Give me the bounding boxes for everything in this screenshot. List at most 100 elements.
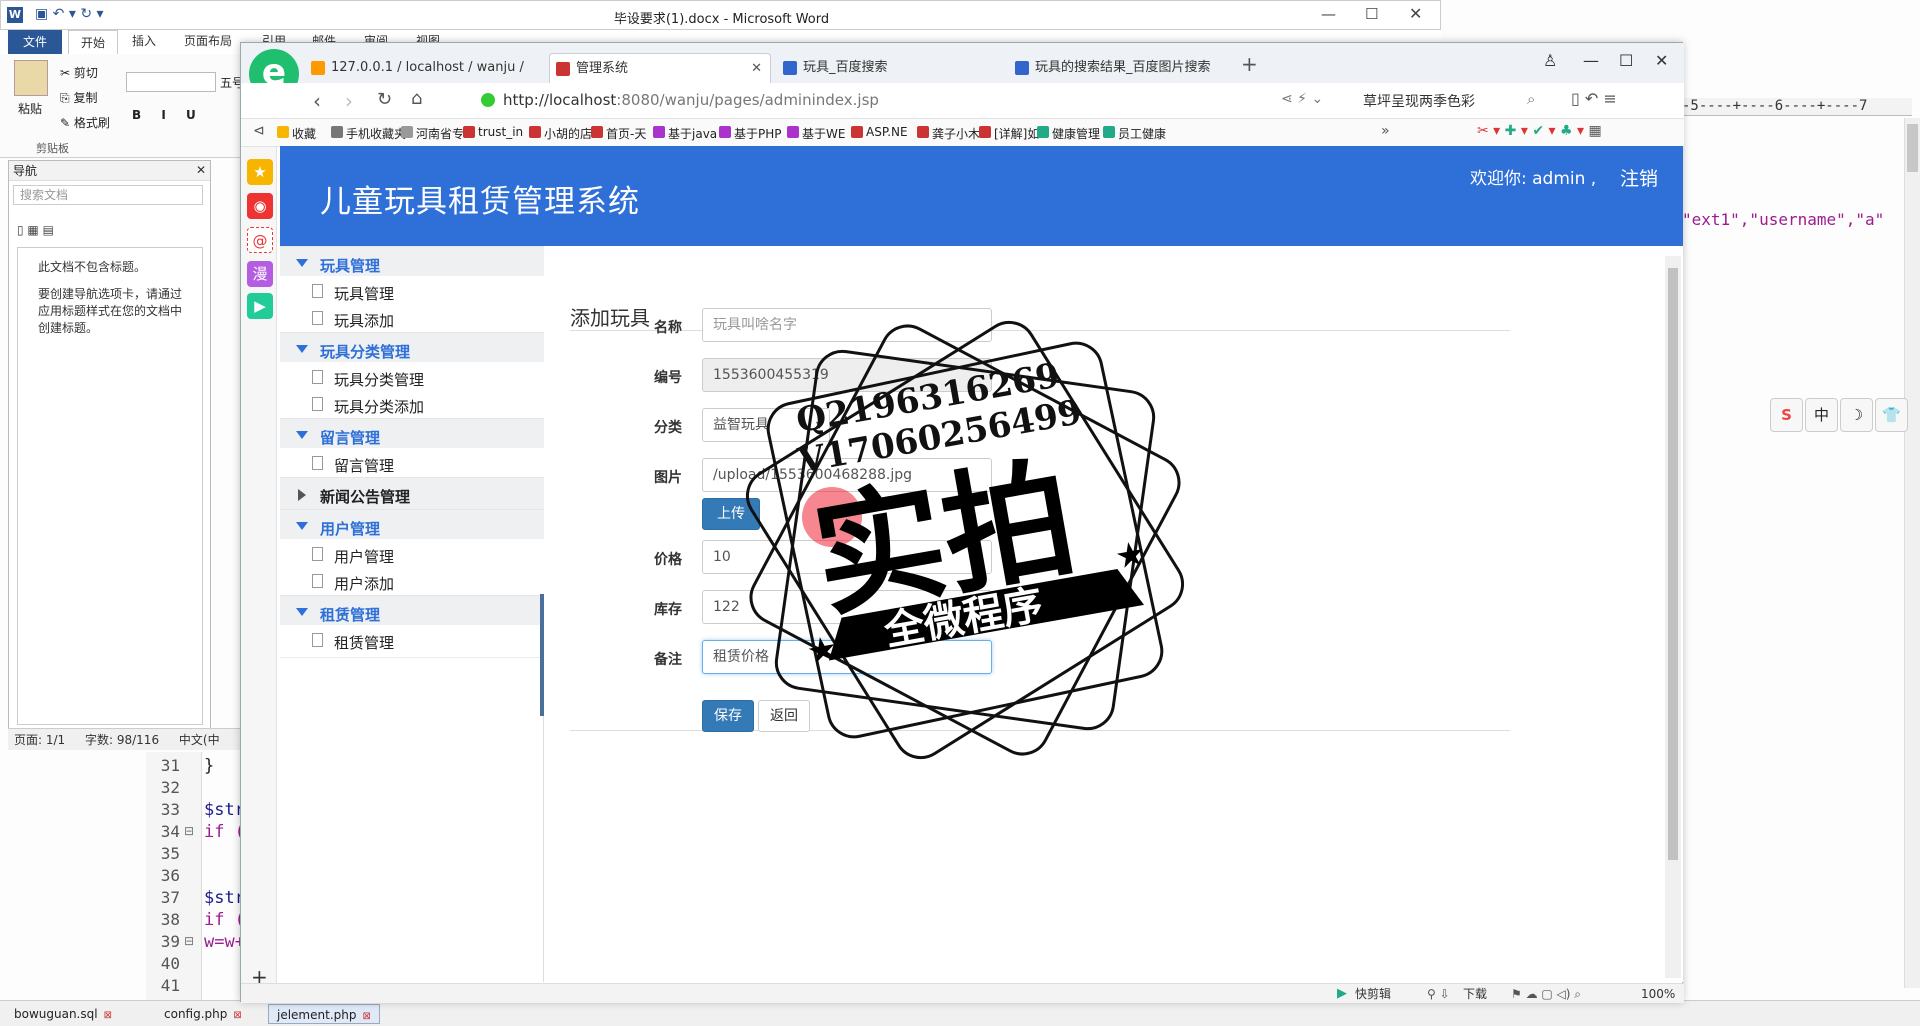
menu-item-label: 玩具分类添加 (334, 398, 425, 416)
menu-group[interactable]: 用户管理 (280, 509, 544, 543)
word-count: 字数: 98/116 (85, 733, 160, 747)
document-icon (312, 547, 323, 561)
close-tab-icon[interactable]: ⊠ (104, 1010, 112, 1021)
copy-button[interactable]: ⎘ 复制 (60, 89, 97, 106)
tab-insert[interactable]: 插入 (132, 32, 156, 49)
file-tab[interactable]: config.php ⊠ (156, 1004, 250, 1024)
ime-chinese-mode[interactable]: 中 (1805, 398, 1838, 432)
menu-group[interactable]: 玩具管理 (280, 246, 544, 280)
close-icon[interactable]: ✕ (1409, 4, 1422, 23)
close-tab-icon[interactable]: ⊠ (233, 1010, 241, 1021)
content-scrollbar[interactable] (1665, 256, 1681, 978)
line-number: 41 (160, 976, 180, 995)
menu-item-label: 用户管理 (334, 548, 395, 566)
caret-down-icon (296, 259, 308, 267)
file-tab[interactable]: jelement.php ⊠ (268, 1004, 380, 1024)
minimize-icon[interactable]: — (1321, 5, 1336, 23)
scissors-icon: ✂ (60, 66, 71, 80)
ime-moon-icon[interactable]: ☽ (1840, 398, 1873, 432)
menu-group-label: 租赁管理 (320, 606, 381, 624)
tab-home[interactable]: 开始 (68, 30, 118, 54)
close-icon[interactable]: ✕ (196, 163, 206, 177)
upload-button[interactable]: 上传 (702, 498, 760, 530)
editor-scrollbar[interactable] (1904, 118, 1920, 988)
stock-input[interactable]: 122 (702, 590, 992, 624)
file-tab-label: config.php (164, 1007, 228, 1021)
language-status: 中文(中 (178, 733, 220, 747)
copy-label: 复制 (73, 91, 98, 105)
category-value: 益智玩具 (713, 417, 769, 433)
ime-logo-icon[interactable]: S (1770, 398, 1803, 432)
maximize-icon[interactable]: ☐ (1365, 5, 1378, 23)
category-label: 分类 (654, 420, 682, 436)
tab-page-layout[interactable]: 页面布局 (184, 32, 232, 49)
menu-group-label: 玩具管理 (320, 257, 381, 275)
editor-scrollbar-thumb[interactable] (1907, 124, 1918, 172)
stock-label: 库存 (654, 602, 682, 618)
word-titlebar: W ▣ ↶ ▾ ↻ ▾ 毕设要求(1).docx - Microsoft Wor… (0, 0, 1441, 30)
document-icon (312, 633, 323, 647)
menu-group[interactable]: 租赁管理 (280, 595, 544, 629)
word-statusbar: 页面: 1/1 字数: 98/116 中文(中 (8, 728, 244, 750)
editor-ruler: -5----+----6----+----7 (1682, 98, 1912, 116)
menu-group[interactable]: 新闻公告管理 (280, 477, 544, 511)
menu-item-label: 留言管理 (334, 457, 395, 475)
nav-view-tabs[interactable]: ▯ ▦ ▤ (17, 223, 54, 237)
menu-item-label: 玩具管理 (334, 285, 395, 303)
line-number: 35 (160, 844, 180, 863)
nav-pane-body: 此文档不包含标题。 要创建导航选项卡，请通过应用标题样式在您的文档中创建标题。 (17, 247, 203, 725)
line-number: 32 (160, 778, 180, 797)
menu-group[interactable]: 留言管理 (280, 418, 544, 452)
ime-skin-icon[interactable]: 👕 (1875, 398, 1908, 432)
menu-item[interactable]: 租赁管理 (280, 625, 544, 658)
menu-group-label: 留言管理 (320, 429, 381, 447)
image-path-input[interactable]: /upload/1553600468288.jpg (702, 458, 992, 492)
code-input[interactable]: 1553600455319 (702, 358, 992, 392)
brush-icon: ✎ (60, 116, 71, 130)
code-line: if ( (204, 822, 245, 842)
format-painter-button[interactable]: ✎ 格式刷 (60, 114, 110, 131)
logout-link[interactable]: 注销 (1620, 164, 1658, 191)
cut-button[interactable]: ✂ 剪切 (60, 64, 98, 81)
code-line: if ( (204, 910, 245, 930)
fold-icon[interactable]: ⊟ (184, 934, 194, 948)
back-button[interactable]: 返回 (758, 700, 810, 732)
paste-button[interactable]: 粘贴 (18, 100, 42, 117)
font-name-field[interactable] (126, 72, 216, 92)
welcome-text: 欢迎你: admin , (1470, 169, 1597, 189)
page-count: 页面: 1/1 (14, 733, 66, 747)
line-number: 39 (160, 932, 180, 951)
nav-pane-title: 导航 (9, 161, 210, 181)
category-select[interactable]: 益智玩具 ▾ (702, 408, 830, 442)
document-icon (312, 574, 323, 588)
menu-group[interactable]: 玩具分类管理 (280, 332, 544, 366)
menu-item-label: 租赁管理 (334, 634, 395, 652)
navigation-pane: 导航 ✕ 搜索文档 ▯ ▦ ▤ 此文档不包含标题。 要创建导航选项卡，请通过应用… (8, 160, 211, 730)
caret-down-icon (296, 431, 308, 439)
file-tab[interactable]: bowuguan.sql ⊠ (6, 1004, 120, 1024)
name-input[interactable]: 玩具叫啥名字 (702, 308, 992, 342)
word-window-title: 毕设要求(1).docx - Microsoft Word (613, 12, 830, 27)
bold-italic-underline-buttons[interactable]: B I U (132, 108, 204, 122)
note-input[interactable]: 租赁价格 (702, 640, 992, 674)
menu-item-label: 用户添加 (334, 575, 395, 593)
close-tab-icon[interactable]: ⊠ (362, 1011, 370, 1022)
content-scrollbar-thumb[interactable] (1668, 268, 1678, 860)
price-input[interactable]: 10 (702, 540, 992, 574)
code-snippet-right: "ext1","username","a" (1682, 210, 1885, 229)
editor-gutter: 31323334⊟3536373839⊟404142 (146, 752, 202, 1017)
fold-icon[interactable]: ⊟ (184, 824, 194, 838)
document-icon (312, 370, 323, 384)
save-button[interactable]: 保存 (702, 700, 754, 732)
nav-empty-hint: 要创建导航选项卡，请通过应用标题样式在您的文档中创建标题。 (38, 287, 183, 335)
clipboard-group-label: 剪贴板 (36, 142, 69, 155)
caret-down-icon (296, 522, 308, 530)
price-label: 价格 (654, 552, 682, 568)
line-number: 38 (160, 910, 180, 929)
page-title: 添加玩具 (570, 306, 650, 330)
nav-search-input[interactable]: 搜索文档 (13, 185, 203, 205)
paste-icon[interactable] (14, 60, 48, 96)
ime-toolbar[interactable]: S 中 ☽ 👕 (1770, 398, 1914, 436)
chevron-down-icon: ▾ (815, 417, 823, 433)
tab-file[interactable]: 文件 (8, 30, 62, 54)
